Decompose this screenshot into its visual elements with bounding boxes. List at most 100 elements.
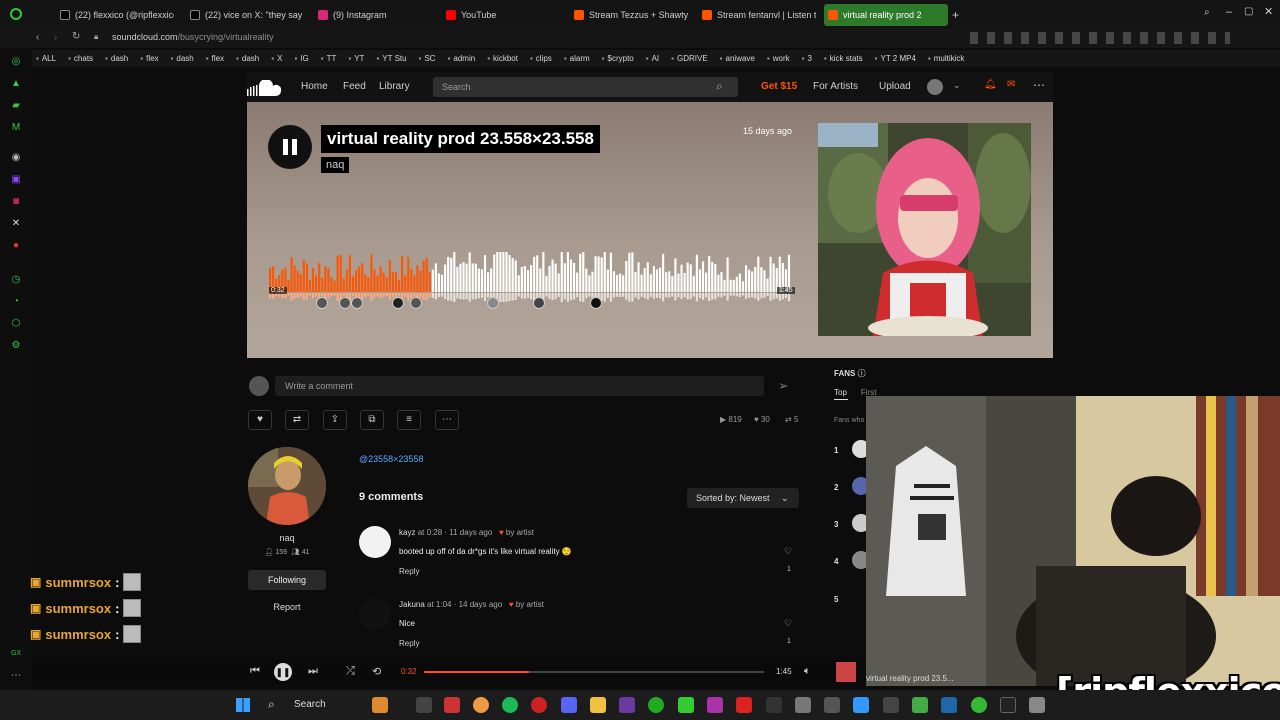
settings-icon[interactable]: ⚙: [10, 340, 22, 352]
user-avatar[interactable]: [927, 79, 943, 95]
tab-2[interactable]: (22) vice on X: "they say w: [186, 4, 302, 26]
bookmark-item[interactable]: ▪ YT 2 MP4: [875, 54, 916, 63]
browser-logo-icon[interactable]: [10, 8, 22, 20]
taskbar-app-icon[interactable]: [707, 697, 723, 713]
bookmark-item[interactable]: ▪ ALL: [36, 54, 56, 63]
bookmark-item[interactable]: ▪ aniwave: [720, 54, 755, 63]
volume-icon[interactable]: 🔈︎: [804, 665, 811, 678]
taskbar-app-icon[interactable]: [941, 697, 957, 713]
player-track-title[interactable]: virtual reality prod 23.5...: [866, 674, 954, 683]
bell-icon[interactable]: 🔔︎: [984, 79, 997, 90]
taskbar-app-icon[interactable]: [824, 697, 840, 713]
chevron-down-icon[interactable]: ⌄: [953, 80, 961, 91]
url-field[interactable]: soundcloud.com/busycrying/virtualreality: [112, 32, 274, 42]
repost-button[interactable]: ⇄: [285, 410, 309, 430]
bookmark-item[interactable]: ▪ $crypto: [602, 54, 634, 63]
bookmark-item[interactable]: ▪ dash: [105, 54, 128, 63]
more-icon[interactable]: ⋯: [1033, 78, 1045, 92]
taskbar-app-icon[interactable]: [795, 697, 811, 713]
sidebar-icon-2[interactable]: ▲: [10, 78, 22, 90]
repeat-icon[interactable]: ⟲: [372, 665, 381, 678]
artist-avatar[interactable]: [248, 447, 326, 525]
for-artists-link[interactable]: For Artists: [813, 81, 858, 92]
bookmark-item[interactable]: ▪ TT: [321, 54, 337, 63]
bookmark-item[interactable]: ▪ YT Stu: [376, 54, 406, 63]
bookmark-item[interactable]: ▪ chats: [68, 54, 93, 63]
previous-icon[interactable]: ⏮: [250, 665, 260, 678]
tab-active[interactable]: virtual reality prod 2: [824, 4, 948, 26]
extensions-icon[interactable]: [970, 32, 1230, 44]
sidebar-icon-5[interactable]: ◉: [10, 152, 22, 164]
reload-icon[interactable]: ↻: [72, 31, 80, 42]
taskbar-app-icon[interactable]: [736, 697, 752, 713]
comment-marker-avatar[interactable]: [533, 297, 545, 309]
search-icon[interactable]: ⌕: [716, 79, 723, 94]
xbox-icon[interactable]: [648, 697, 664, 713]
taskbar-app-icon[interactable]: [883, 697, 899, 713]
instagram-icon[interactable]: ◙: [10, 196, 22, 208]
nav-library[interactable]: Library: [379, 81, 410, 92]
taskbar-app-icon[interactable]: [1000, 697, 1016, 713]
taskbar-app-icon[interactable]: [853, 697, 869, 713]
twitch-icon[interactable]: ▣: [10, 174, 22, 186]
shuffle-icon[interactable]: ⤮: [346, 665, 355, 678]
sidebar-icon-12[interactable]: ⬡: [10, 318, 22, 330]
taskbar-app-icon[interactable]: [971, 697, 987, 713]
search-icon[interactable]: ⌕: [1204, 7, 1210, 18]
send-icon[interactable]: ➢: [778, 378, 789, 394]
tab-top[interactable]: Top: [834, 388, 847, 397]
comment-marker-avatar[interactable]: [392, 297, 404, 309]
bookmark-item[interactable]: ▪ IG: [294, 54, 308, 63]
nav-feed[interactable]: Feed: [343, 81, 366, 92]
discord-icon[interactable]: [561, 697, 577, 713]
tab-4[interactable]: YouTube: [442, 4, 560, 26]
soundcloud-logo-icon[interactable]: [247, 80, 281, 96]
bookmark-item[interactable]: ▪ SC: [419, 54, 436, 63]
new-tab-button[interactable]: +: [952, 8, 959, 22]
bookmark-item[interactable]: ▪ X: [271, 54, 282, 63]
taskbar-app-icon[interactable]: [678, 697, 694, 713]
comment-marker-avatar[interactable]: [487, 297, 499, 309]
next-icon[interactable]: ⏭: [308, 665, 318, 678]
copy-link-button[interactable]: ⧉: [360, 410, 384, 430]
player-artwork[interactable]: [836, 662, 856, 682]
bookmark-item[interactable]: ▪ alarm: [564, 54, 590, 63]
x-icon[interactable]: ✕: [10, 218, 22, 230]
taskbar-app-icon[interactable]: [1029, 697, 1045, 713]
bookmark-item[interactable]: ▪ flex: [140, 54, 158, 63]
bookmark-item[interactable]: ▪ work: [767, 54, 790, 63]
sidebar-icon-14[interactable]: GX: [10, 648, 22, 660]
sidebar-icon-9[interactable]: ●: [10, 240, 22, 252]
bookmark-item[interactable]: ▪ 3: [802, 54, 812, 63]
pause-button[interactable]: ❚❚: [274, 663, 292, 681]
add-to-queue-button[interactable]: ≡: [397, 410, 421, 430]
comment-marker-avatar[interactable]: [339, 297, 351, 309]
artist-name[interactable]: naq: [248, 533, 326, 543]
search-input[interactable]: Search ⌕: [433, 77, 738, 97]
back-icon[interactable]: ‹: [36, 32, 39, 43]
more-button[interactable]: ⋯: [435, 410, 459, 430]
tab-6[interactable]: Stream fentanvl | Listen to: [698, 4, 816, 26]
comment-user[interactable]: Jakuna: [399, 600, 425, 609]
mail-icon[interactable]: ✉: [1007, 79, 1015, 90]
comment-avatar[interactable]: [359, 598, 391, 630]
following-button[interactable]: Following: [248, 570, 326, 590]
comment-input[interactable]: Write a comment: [275, 376, 764, 396]
pause-button[interactable]: [268, 125, 312, 169]
report-button[interactable]: Report: [248, 598, 326, 616]
spotify-icon[interactable]: [502, 697, 518, 713]
upload-link[interactable]: Upload: [879, 81, 911, 92]
info-icon[interactable]: ⓘ: [858, 369, 866, 378]
get-15-link[interactable]: Get $15: [761, 81, 797, 92]
tab-5[interactable]: Stream Tezzus + Shawty: [570, 4, 688, 26]
chrome-icon[interactable]: [473, 697, 489, 713]
bookmark-item[interactable]: ▪ dash: [171, 54, 194, 63]
more-icon[interactable]: ⋯: [10, 670, 22, 682]
opera-icon[interactable]: [531, 697, 547, 713]
track-artist-link[interactable]: naq: [321, 157, 350, 173]
like-button[interactable]: ♥: [248, 410, 272, 430]
bookmark-item[interactable]: ▪ dash: [236, 54, 259, 63]
taskbar-app-icon[interactable]: [444, 697, 460, 713]
nav-home[interactable]: Home: [301, 81, 328, 92]
bookmark-item[interactable]: ▪ AI: [646, 54, 659, 63]
